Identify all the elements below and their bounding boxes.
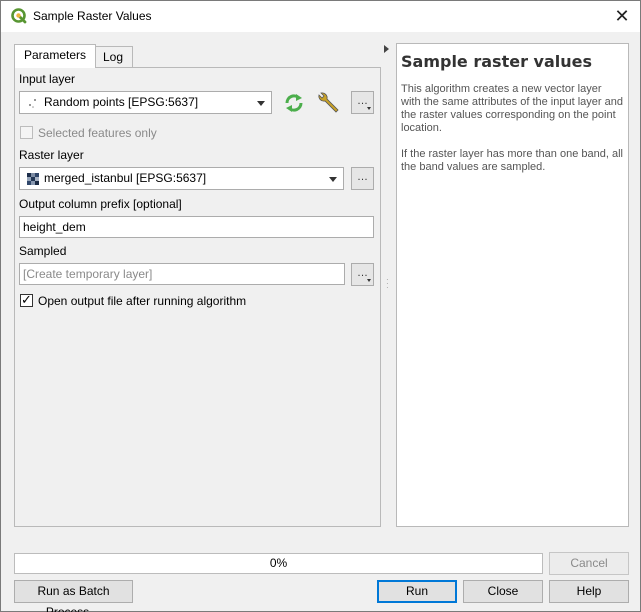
raster-layer-label: Raster layer xyxy=(19,148,84,162)
raster-layer-browse-button[interactable]: … xyxy=(351,167,374,190)
selected-features-label: Selected features only xyxy=(38,126,157,140)
input-layer-value: Random points [EPSG:5637] xyxy=(44,95,199,109)
window-title: Sample Raster Values xyxy=(33,9,152,23)
chevron-down-icon xyxy=(257,101,265,106)
raster-layer-value: merged_istanbul [EPSG:5637] xyxy=(44,171,207,185)
sampled-output-options-button[interactable]: … xyxy=(351,263,374,286)
input-layer-label: Input layer xyxy=(19,72,76,86)
input-layer-options-button[interactable]: … xyxy=(351,91,374,114)
sampled-label: Sampled xyxy=(19,244,67,258)
chevron-down-icon xyxy=(329,177,337,182)
input-layer-combo[interactable]: Random points [EPSG:5637] xyxy=(19,91,272,114)
open-output-checkbox[interactable]: ✓ xyxy=(20,292,33,307)
dialog-window: Sample Raster Values ✕ Parameters Log In… xyxy=(0,0,641,612)
tab-log[interactable]: Log xyxy=(93,46,134,68)
open-output-label: Open output file after running algorithm xyxy=(38,294,247,308)
collapse-help-icon[interactable] xyxy=(384,45,389,53)
ellipsis-text: … xyxy=(357,267,368,279)
prefix-label: Output column prefix [optional] xyxy=(19,197,182,211)
wrench-icon[interactable] xyxy=(316,90,342,116)
checkmark-icon: ✓ xyxy=(21,292,32,307)
ellipsis-text: … xyxy=(357,95,368,107)
close-window-button[interactable]: ✕ xyxy=(610,5,634,27)
help-button[interactable]: Help xyxy=(549,580,629,603)
run-button[interactable]: Run xyxy=(377,580,457,603)
menu-arrow-icon xyxy=(367,107,371,110)
close-button[interactable]: Close xyxy=(463,580,543,603)
help-title: Sample raster values xyxy=(401,52,592,71)
qgis-logo-icon xyxy=(11,8,27,24)
help-description: This algorithm creates a new vector laye… xyxy=(401,83,623,134)
splitter-handle[interactable]: · · · xyxy=(386,276,389,292)
sampled-output-input[interactable]: [Create temporary layer] xyxy=(19,263,345,285)
ellipsis-text: … xyxy=(357,171,368,183)
prefix-input[interactable]: height_dem xyxy=(19,216,374,238)
raster-layer-icon xyxy=(27,173,39,185)
tab-parameters[interactable]: Parameters xyxy=(14,44,97,68)
iterate-icon[interactable] xyxy=(282,92,306,114)
batch-process-button[interactable]: Run as Batch Process… xyxy=(14,580,133,612)
help-band-note: If the raster layer has more than one ba… xyxy=(401,148,623,173)
selected-features-checkbox[interactable] xyxy=(20,126,33,139)
help-panel: Sample raster values This algorithm crea… xyxy=(396,43,629,527)
title-bar: Sample Raster Values ✕ xyxy=(1,1,640,32)
point-layer-icon xyxy=(29,99,36,108)
raster-layer-combo[interactable]: merged_istanbul [EPSG:5637] xyxy=(19,167,344,190)
progress-bar: 0% xyxy=(14,553,543,574)
cancel-button[interactable]: Cancel xyxy=(549,552,629,575)
menu-arrow-icon xyxy=(367,279,371,282)
